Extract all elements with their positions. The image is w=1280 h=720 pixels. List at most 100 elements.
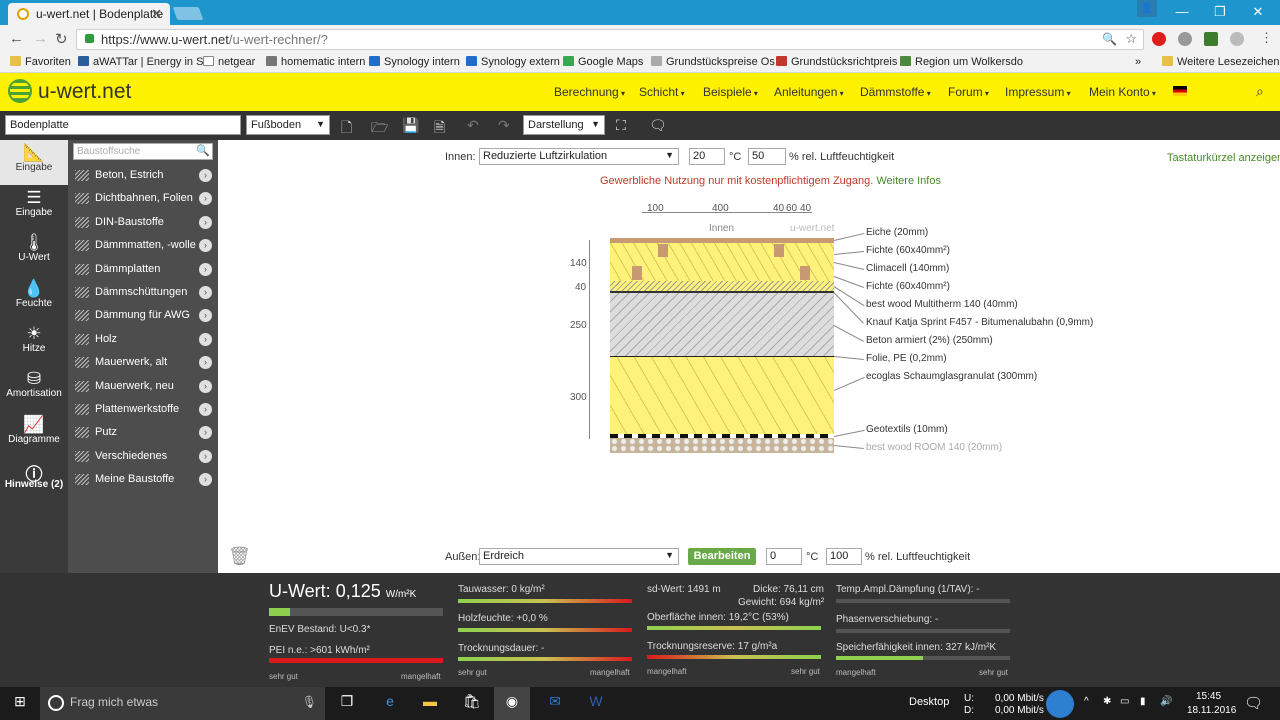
layer-label[interactable]: Geotextils (10mm) <box>866 424 948 435</box>
material-category-item[interactable]: Dämmschüttungen › <box>68 281 218 304</box>
layer-label[interactable]: Beton armiert (2%) (250mm) <box>866 335 993 346</box>
material-category-item[interactable]: Verschiedenes › <box>68 445 218 468</box>
speicher-text[interactable]: Speicherfähigkeit innen: 327 kJ/m²K <box>836 642 996 653</box>
bookmark-star-icon[interactable]: ☆ <box>1125 31 1137 47</box>
temp-ampl-text[interactable]: Temp.Ampl.Dämpfung (1/TAV): - <box>836 584 980 595</box>
bookmark-item[interactable]: netgear <box>203 56 255 68</box>
bookmark-item[interactable]: homematic intern <box>266 56 365 68</box>
layer-label[interactable]: best wood Multitherm 140 (40mm) <box>866 299 1018 310</box>
comment-icon[interactable]: 🗨 <box>649 117 667 134</box>
nav-impressum[interactable]: Impressum <box>1005 85 1071 99</box>
microphone-icon[interactable]: 🎙 <box>302 695 317 709</box>
word-icon[interactable]: W <box>586 693 606 713</box>
chevron-right-icon[interactable]: › <box>199 262 212 276</box>
chevron-right-icon[interactable]: › <box>199 239 212 253</box>
shortcuts-link[interactable]: Tastaturkürzel anzeigen <box>1167 152 1280 164</box>
chevron-right-icon[interactable]: › <box>199 473 212 487</box>
reload-icon[interactable]: ↻ <box>55 30 68 48</box>
material-category-item[interactable]: Dämmmatten, -wolle › <box>68 234 218 257</box>
chevron-right-icon[interactable]: › <box>199 403 212 416</box>
new-tab-button[interactable] <box>172 7 204 20</box>
undo-icon[interactable]: ↶ <box>467 117 479 134</box>
sidebar-item-u-wert[interactable]: 🌡 U-Wert <box>0 230 68 275</box>
innen-climate-select[interactable]: Reduzierte Luftzirkulation ▼ <box>479 148 679 165</box>
tauwasser-text[interactable]: Tauwasser: 0 kg/m² <box>458 584 545 595</box>
chevron-right-icon[interactable]: › <box>199 309 212 323</box>
phasen-text[interactable]: Phasenverschiebung: - <box>836 614 938 625</box>
chevron-right-icon[interactable]: › <box>199 169 212 182</box>
desktop-toolbar[interactable]: Desktop <box>909 696 949 708</box>
aussen-temp-input[interactable]: 0 <box>766 548 802 565</box>
forward-icon[interactable]: → <box>33 30 48 47</box>
close-window-icon[interactable]: ✕ <box>1248 4 1268 20</box>
extension-gray-icon[interactable] <box>1178 32 1192 46</box>
maximize-icon[interactable]: ❐ <box>1210 4 1230 20</box>
menu-icon[interactable]: ⋮ <box>1260 30 1273 46</box>
layer-room[interactable] <box>610 438 834 453</box>
oberflaeche-text[interactable]: Oberfläche innen: 19,2°C (53%) <box>647 612 789 623</box>
layer-label[interactable]: ecoglas Schaumglasgranulat (300mm) <box>866 371 1037 382</box>
trocknungsreserve-text[interactable]: Trocknungsreserve: 17 g/m²a <box>647 641 777 652</box>
material-category-item[interactable]: Mauerwerk, neu › <box>68 375 218 398</box>
bookmark-item[interactable]: Favoriten <box>10 56 71 68</box>
material-search-input[interactable]: Baustoffsuche <box>73 143 213 160</box>
nav-anleitungen[interactable]: Anleitungen <box>774 85 844 99</box>
volume-icon[interactable]: 🔊 <box>1160 696 1172 707</box>
construction-name-input[interactable]: Bodenplatte <box>5 115 241 135</box>
construction-type-select[interactable]: Fußboden ▼ <box>246 115 330 135</box>
chevron-right-icon[interactable]: › <box>199 379 212 393</box>
layer-label[interactable]: best wood ROOM 140 (20mm) <box>866 442 1002 453</box>
view-select[interactable]: Darstellung ▼ <box>523 115 605 135</box>
user-profile-icon[interactable]: 👤 <box>1137 0 1157 17</box>
sidebar-item-eingabe-2[interactable]: ☰ Eingabe <box>0 185 68 230</box>
nav-beispiele[interactable]: Beispiele <box>703 85 758 99</box>
extension-check-icon[interactable] <box>1204 32 1218 46</box>
bookmark-item[interactable]: Google Maps <box>563 56 643 68</box>
redo-icon[interactable]: ↷ <box>498 117 510 134</box>
material-category-item[interactable]: Dichtbahnen, Folien › <box>68 187 218 210</box>
material-category-item[interactable]: Holz › <box>68 328 218 351</box>
innen-humidity-input[interactable]: 50 <box>748 148 786 165</box>
back-icon[interactable]: ← <box>9 30 24 47</box>
more-info-link[interactable]: Weitere Infos <box>876 175 941 187</box>
material-category-item[interactable]: Putz › <box>68 421 218 444</box>
sidebar-item-diagramme[interactable]: 📈 Diagramme <box>0 412 68 457</box>
chevron-right-icon[interactable]: › <box>199 356 212 370</box>
network-icon[interactable]: ▭ <box>1120 696 1129 707</box>
sidebar-item-eingabe-1[interactable]: 📐 Eingabe <box>0 140 68 185</box>
browser-tab-active[interactable]: u-wert.net | Bodenplatte ✕ <box>8 3 170 25</box>
sidebar-item-feuchte[interactable]: 💧 Feuchte <box>0 276 68 321</box>
layer-label[interactable]: Fichte (60x40mm²) <box>866 245 950 256</box>
holzfeuchte-text[interactable]: Holzfeuchte: +0,0 % <box>458 613 548 624</box>
material-category-item[interactable]: Beton, Estrich › <box>68 164 218 187</box>
aussen-climate-select[interactable]: Erdreich ▼ <box>479 548 679 565</box>
sidebar-item-hitze[interactable]: ☀ Hitze <box>0 321 68 366</box>
layer-label[interactable]: Fichte (60x40mm²) <box>866 281 950 292</box>
chrome-icon[interactable]: ◉ <box>494 687 530 720</box>
new-file-icon[interactable]: 🗋 <box>341 117 352 141</box>
task-view-icon[interactable]: ❐ <box>337 693 357 713</box>
url-field[interactable]: https://www.u-wert.net/u-wert-rechner/? … <box>76 29 1144 50</box>
nav-daemmstoffe[interactable]: Dämmstoffe <box>860 85 931 99</box>
nav-schicht[interactable]: Schicht <box>639 85 685 99</box>
site-logo[interactable]: u-wert.net <box>8 79 131 104</box>
cortana-search[interactable]: Frag mich etwas 🎙 <box>40 687 325 720</box>
material-category-item[interactable]: Dämmplatten › <box>68 258 218 281</box>
extension-opera-icon[interactable] <box>1152 32 1166 46</box>
chevron-right-icon[interactable]: › <box>199 215 212 229</box>
bookmark-item[interactable]: Synology extern <box>466 56 560 68</box>
layer-multitherm[interactable] <box>610 281 834 291</box>
bookmark-item[interactable]: Grundstückspreise Os <box>651 56 775 68</box>
bookmark-item[interactable]: aWATTar | Energy in S <box>78 56 203 68</box>
save-icon[interactable]: 💾 <box>402 117 419 134</box>
edge-icon[interactable]: e <box>380 693 400 713</box>
bookmark-item[interactable]: Weitere Lesezeichen <box>1162 56 1280 68</box>
chevron-right-icon[interactable]: › <box>199 286 212 299</box>
trash-icon[interactable]: 🗑 <box>228 546 251 567</box>
material-category-item[interactable]: Meine Baustoffe › <box>68 468 218 491</box>
nav-berechnung[interactable]: Berechnung <box>554 85 625 99</box>
nav-mein-konto[interactable]: Mein Konto <box>1089 85 1156 99</box>
edit-button[interactable]: Bearbeiten <box>688 548 756 565</box>
trocknungsdauer-text[interactable]: Trocknungsdauer: - <box>458 643 544 654</box>
nav-forum[interactable]: Forum <box>948 85 989 99</box>
